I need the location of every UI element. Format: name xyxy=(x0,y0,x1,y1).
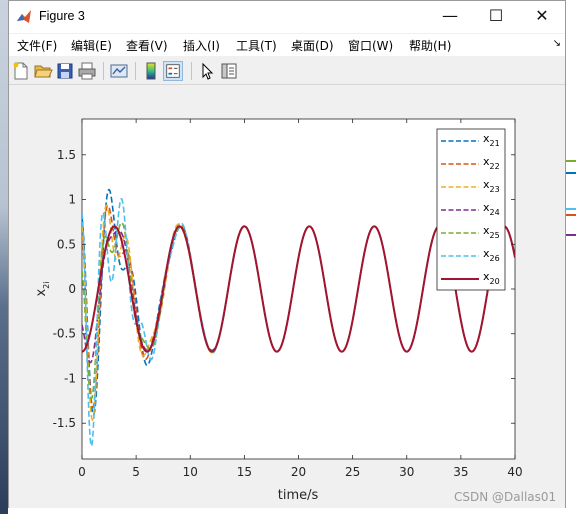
menu-help[interactable]: 帮助(H) xyxy=(409,37,451,54)
print-icon[interactable] xyxy=(77,61,97,81)
legend[interactable]: x21x22x23x24x25x26x20 xyxy=(436,128,506,291)
x-tick-label: 20 xyxy=(291,465,306,479)
x-tick-label: 0 xyxy=(78,465,86,479)
menu-edit[interactable]: 编辑(E) xyxy=(71,37,112,54)
open-file-icon[interactable] xyxy=(33,61,53,81)
desktop-background-right xyxy=(566,0,576,514)
save-icon[interactable] xyxy=(55,61,75,81)
y-tick-label: 1 xyxy=(68,193,76,207)
legend-icon[interactable] xyxy=(163,61,183,81)
window-title: Figure 3 xyxy=(39,9,85,23)
x-axis-label: time/s xyxy=(278,488,319,503)
edit-plot-arrow-icon[interactable] xyxy=(197,61,217,81)
maximize-icon: ☐ xyxy=(488,6,504,25)
x-tick-label: 10 xyxy=(183,465,198,479)
menu-file[interactable]: 文件(F) xyxy=(17,37,57,54)
x-tick-label: 5 xyxy=(132,465,140,479)
y-tick-label: 1.5 xyxy=(57,148,76,162)
y-tick-label: -1.5 xyxy=(53,416,76,430)
menu-insert[interactable]: 插入(I) xyxy=(183,37,220,54)
maximize-button[interactable]: ☐ xyxy=(473,1,519,33)
y-tick-label: -0.5 xyxy=(53,327,76,341)
y-tick-label: 0 xyxy=(68,282,76,296)
line-chart[interactable]: 0 5 10 15 20 25 30 35 40 -1.5 -1 -0.5 0 0.5 1 1.5 time/… xyxy=(9,85,565,508)
matlab-logo-icon xyxy=(15,8,33,26)
x-tick-label: 35 xyxy=(453,465,468,479)
minimize-button[interactable]: — xyxy=(427,1,473,33)
menu-window[interactable]: 窗口(W) xyxy=(348,37,393,54)
menu-view[interactable]: 查看(V) xyxy=(126,37,168,54)
figure-window: Figure 3 — ☐ ✕ 文件(F) 编辑(E) 查看(V) 插入(I) 工… xyxy=(8,0,566,508)
toolbar xyxy=(9,58,565,85)
property-inspector-icon[interactable] xyxy=(219,61,239,81)
x-tick-label: 30 xyxy=(399,465,414,479)
minimize-icon: — xyxy=(442,6,458,25)
menu-tools[interactable]: 工具(T) xyxy=(236,37,277,54)
menu-overflow-icon[interactable]: ↘ xyxy=(553,38,561,49)
new-figure-icon[interactable] xyxy=(11,61,31,81)
x-tick-label: 40 xyxy=(507,465,522,479)
x-tick-label: 15 xyxy=(237,465,252,479)
y-tick-label: 0.5 xyxy=(57,237,76,251)
close-button[interactable]: ✕ xyxy=(519,1,565,33)
figure-canvas: 0 5 10 15 20 25 30 35 40 -1.5 -1 -0.5 0 0.5 1 1.5 time/… xyxy=(9,85,565,508)
link-plot-icon[interactable] xyxy=(109,61,129,81)
menu-desktop[interactable]: 桌面(D) xyxy=(291,37,334,54)
close-icon: ✕ xyxy=(535,6,549,25)
menu-bar: 文件(F) 编辑(E) 查看(V) 插入(I) 工具(T) 桌面(D) 窗口(W… xyxy=(9,34,565,56)
watermark-text: CSDN @Dallas01 xyxy=(454,490,557,504)
y-axis-label: x2i xyxy=(34,281,51,296)
x-tick-label: 25 xyxy=(345,465,360,479)
y-tick-label: -1 xyxy=(64,371,76,385)
colorbar-icon[interactable] xyxy=(141,61,161,81)
title-bar[interactable]: Figure 3 — ☐ ✕ xyxy=(9,1,565,33)
desktop-background-left xyxy=(0,0,8,514)
